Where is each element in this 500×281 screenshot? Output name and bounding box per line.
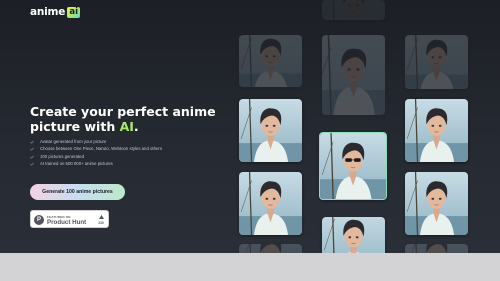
feature-text: Choose between One Piece, Naruto, Webtoo… <box>40 146 162 152</box>
gallery-tile-4 <box>239 244 302 253</box>
portrait-image <box>322 0 385 20</box>
feature-item: 100 pictures generated <box>30 154 190 160</box>
product-hunt-name: Product Hunt <box>47 219 87 226</box>
gallery-tile-10 <box>405 172 468 235</box>
gallery-tile-12 <box>322 0 385 20</box>
feature-text: Avatar generated from your picture <box>40 139 107 144</box>
portrait-image <box>405 99 468 162</box>
portrait-image <box>239 99 302 162</box>
portrait-image <box>322 217 385 253</box>
gallery-tile-8 <box>405 35 468 89</box>
landing-page: anime ai Create your perfect anime pictu… <box>0 0 500 253</box>
gallery-tile-6 <box>319 132 387 200</box>
upvote-arrow-icon <box>99 215 104 219</box>
gallery-tile-9 <box>405 99 468 162</box>
feature-item: Choose between One Piece, Naruto, Webtoo… <box>30 146 190 152</box>
product-hunt-votes: 230 <box>98 221 104 225</box>
gallery-tile-3 <box>239 172 302 235</box>
feature-list: Avatar generated from your picture Choos… <box>30 139 190 169</box>
portrait-image <box>239 35 302 87</box>
product-hunt-icon: P <box>34 215 44 225</box>
gallery-tile-5 <box>322 35 385 115</box>
gallery-tile-1 <box>239 35 302 87</box>
check-icon <box>30 155 34 159</box>
portrait-image <box>322 35 385 115</box>
gallery-tile-7 <box>322 217 385 253</box>
portrait-image <box>405 172 468 235</box>
portrait-image <box>239 172 302 235</box>
portrait-image <box>405 35 468 89</box>
feature-text: AI trained on 500 000+ anime pictures <box>40 161 113 167</box>
check-icon <box>30 162 34 166</box>
portrait-image <box>405 244 468 253</box>
portrait-image <box>320 133 386 199</box>
product-hunt-badge[interactable]: P FEATURED ON Product Hunt 230 <box>30 210 109 228</box>
portrait-image <box>239 244 302 253</box>
gallery-tile-2 <box>239 99 302 162</box>
feature-text: 100 pictures generated <box>40 153 84 159</box>
hero-title-accent: AI <box>119 119 134 134</box>
feature-item: Avatar generated from your picture <box>30 139 190 145</box>
gallery-tile-11 <box>405 244 468 253</box>
check-icon <box>30 140 34 144</box>
check-icon <box>30 147 34 152</box>
generate-pictures-button[interactable]: Generate 100 anime pictures <box>30 184 125 200</box>
bottom-bar <box>0 253 500 281</box>
feature-item: AI trained on 500 000+ anime pictures <box>30 161 190 167</box>
hero-title-end: . <box>133 119 139 134</box>
hero-title: Create your perfect anime picture with A… <box>30 104 220 134</box>
